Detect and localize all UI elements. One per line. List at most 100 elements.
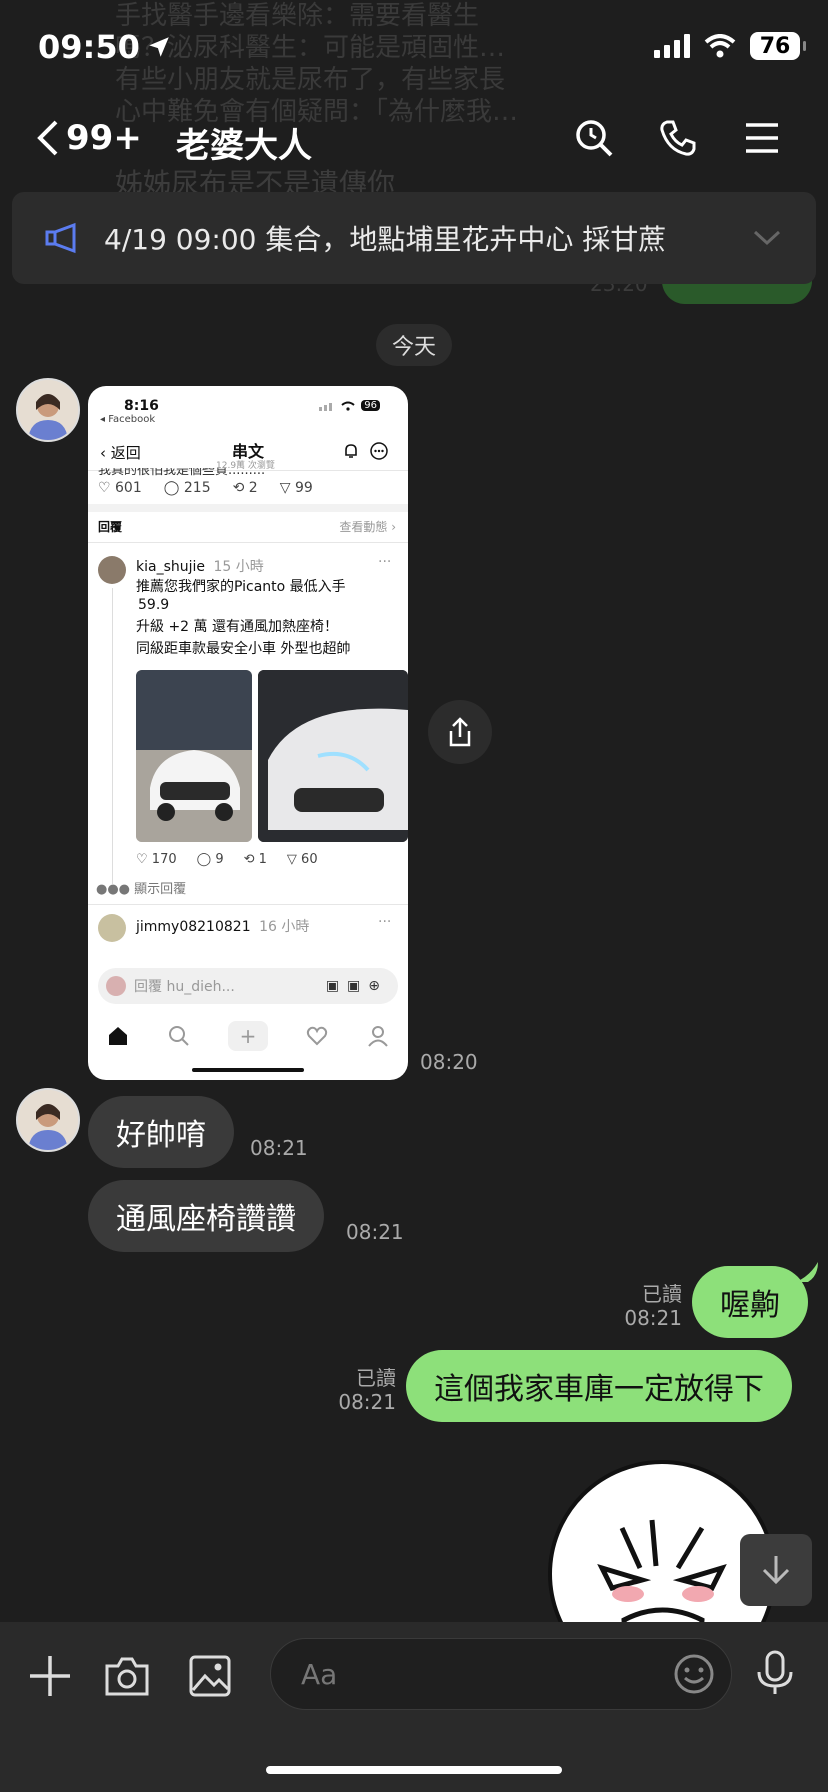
avatar-image: [18, 1090, 78, 1150]
view-activity: 查看動態 ›: [339, 520, 396, 534]
search-icon: [168, 1026, 189, 1046]
reply-text: 推薦您我們家的Picanto 最低入手 59.9 升級 +2 萬 還有通風加熱座…: [136, 578, 350, 658]
message-input[interactable]: Aa: [270, 1638, 732, 1710]
megaphone-icon: [45, 222, 76, 254]
shared-screenshot-image[interactable]: 8:16 ◂ Facebook 96 ‹ 返回 串文 12.9萬 次瀏覽 我真的…: [88, 386, 408, 1080]
emoji-icon[interactable]: [673, 1653, 715, 1695]
search-history-button[interactable]: [574, 118, 614, 158]
phone-icon: [660, 120, 696, 156]
shares-count: 99: [294, 480, 313, 496]
shot-status-icons: 96: [319, 400, 380, 411]
wifi-icon: [704, 34, 736, 58]
car-photo-1: [136, 670, 252, 842]
reply2-username: jimmy08210821: [136, 919, 251, 935]
image-icon: [189, 1655, 231, 1697]
shot-status-app: ◂ Facebook: [100, 414, 156, 425]
header-actions: [574, 118, 782, 158]
avatar-image: [18, 380, 78, 440]
reply-line-1: 推薦您我們家的Picanto 最低入手: [136, 579, 346, 595]
kia-avatar: [98, 556, 126, 584]
wifi-icon: [341, 401, 355, 411]
shot-reply-box: 回覆 hu_dieh... ▣▣⊕: [98, 968, 398, 1004]
shot-reply-placeholder: 回覆 hu_dieh...: [134, 979, 235, 995]
reply-line-2: 59.9: [138, 597, 170, 613]
bubble-tail: [796, 1262, 818, 1282]
car-photo-2: [258, 670, 408, 842]
bg-line-2: 嗎？泌尿科醫生：可能是頑固性…: [115, 33, 506, 63]
incoming-message[interactable]: 通風座椅讚讚: [88, 1180, 324, 1252]
announcement-bar[interactable]: 4/19 09:00 集合，地點埔里花卉中心 採甘蔗: [12, 192, 816, 284]
reply-line-4: 同級距車款最安全小車 外型也超帥: [136, 641, 351, 657]
shot-nav: ‹ 返回 串文 12.9萬 次瀏覽: [88, 434, 408, 472]
reply-shares-count: 60: [301, 852, 318, 867]
avatar[interactable]: [16, 1088, 80, 1152]
message-text: 通風座椅讚讚: [116, 1202, 296, 1237]
camera-button[interactable]: [104, 1654, 150, 1702]
outgoing-message[interactable]: 這個我家車庫一定放得下: [406, 1350, 792, 1422]
shot-bottom-nav: +: [88, 1016, 408, 1056]
reply-username: kia_shujie: [136, 559, 206, 575]
shot-back-label: 返回: [110, 444, 141, 462]
hamburger-icon: [746, 123, 778, 153]
share-button[interactable]: [428, 700, 492, 764]
voice-button[interactable]: [756, 1650, 794, 1700]
incoming-message[interactable]: 好帥唷: [88, 1096, 234, 1168]
reposts-count: 2: [248, 480, 258, 496]
home-icon: [109, 1027, 128, 1045]
post-stats: ♡ 601 ◯ 215 ⟲ 2 ▽ 99: [98, 480, 313, 496]
chat-title: 老婆大人: [176, 126, 312, 166]
reply-reposts: ⟲ 1: [243, 852, 267, 867]
reposts: ⟲ 2: [232, 480, 258, 496]
menu-button[interactable]: [742, 118, 782, 158]
location-arrow-icon: [149, 37, 169, 57]
show-replies-label: 顯示回覆: [134, 882, 187, 897]
bell-icon: [345, 444, 357, 458]
scroll-to-bottom-button[interactable]: [740, 1534, 812, 1606]
read-label: 已讀: [642, 1282, 682, 1306]
shares: ▽ 99: [279, 480, 313, 496]
status-bar-time: 09:50: [38, 28, 172, 66]
add-button[interactable]: [28, 1654, 72, 1702]
call-button[interactable]: [658, 118, 698, 158]
likes-count: 601: [115, 480, 142, 496]
input-placeholder: Aa: [301, 1657, 338, 1691]
message-time: 08:20: [420, 1050, 478, 1074]
replies-label: 回覆: [98, 520, 123, 534]
outgoing-message[interactable]: 喔齁: [692, 1266, 808, 1338]
microphone-icon: [757, 1650, 793, 1694]
camera-icon: [105, 1657, 149, 1696]
signal-icon: [319, 402, 333, 411]
show-replies: ●●● 顯示回覆: [96, 882, 187, 897]
search-clock-icon: [576, 120, 613, 157]
shot-reply-avatar: [106, 976, 126, 996]
car-photo-1-image: [136, 670, 252, 842]
arrow-down-icon: [762, 1556, 790, 1585]
message-time: 08:21: [250, 1136, 308, 1160]
battery-icon: 76: [750, 32, 806, 60]
battery-level: 76: [759, 33, 791, 59]
read-label: 已讀: [356, 1366, 396, 1390]
unread-count: 99+: [66, 118, 142, 158]
chevron-left-icon: [37, 120, 58, 156]
back-button[interactable]: 99+: [34, 118, 142, 158]
reply-user: kia_shujie 15 小時: [136, 556, 264, 576]
jimmy-avatar: [98, 914, 126, 942]
reply-reposts-count: 1: [258, 852, 267, 867]
chevron-down-icon[interactable]: [752, 229, 782, 247]
share-icon: [449, 717, 471, 747]
reply-likes-count: 170: [151, 852, 177, 867]
read-receipt: 已讀 08:21: [622, 1282, 682, 1330]
shot-home-indicator: [192, 1068, 304, 1072]
reply-shares: ▽ 60: [286, 852, 318, 867]
message-text: 這個我家車庫一定放得下: [434, 1372, 764, 1407]
shot-reply-icons: ▣▣⊕: [325, 978, 388, 994]
shot-clipped-text: 我真的很怕我是個些質.........: [98, 468, 266, 478]
photo-button[interactable]: [188, 1654, 232, 1702]
comments-count: 215: [183, 480, 211, 496]
clock: 09:50: [38, 28, 140, 66]
reply2-user: jimmy08210821 16 小時: [136, 916, 309, 936]
heart-icon: [307, 1026, 328, 1046]
message-text: 好帥唷: [116, 1118, 206, 1153]
avatar[interactable]: [16, 378, 80, 442]
plus-icon: [30, 1656, 70, 1696]
